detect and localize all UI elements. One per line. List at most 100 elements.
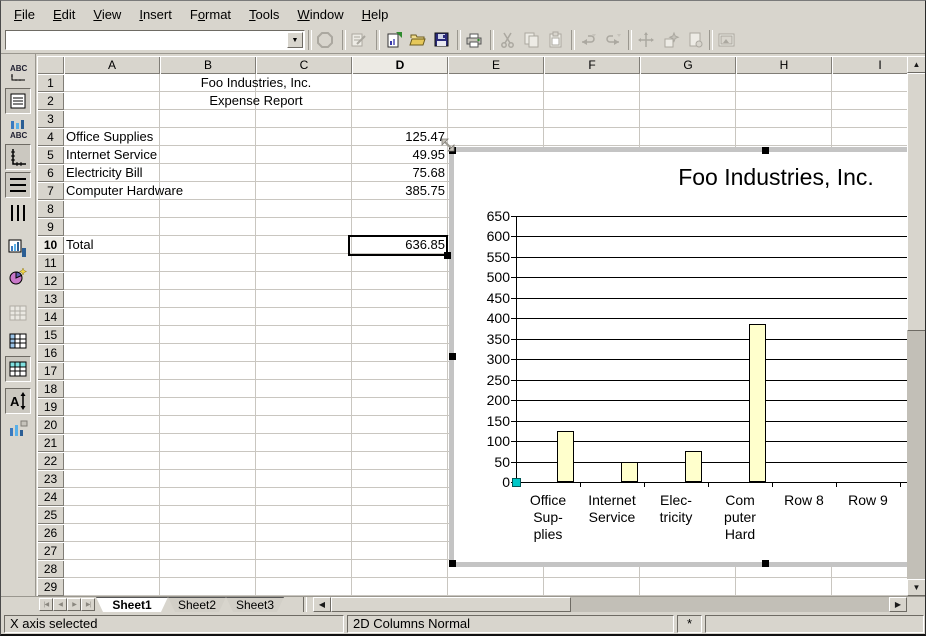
url-input[interactable] (7, 32, 291, 50)
row-header-11[interactable]: 11 (37, 254, 64, 272)
data-in-rows-icon[interactable] (5, 328, 31, 354)
select-all-corner[interactable] (37, 56, 64, 74)
row-header-6[interactable]: 6 (37, 164, 64, 182)
row-header-4[interactable]: 4 (37, 128, 64, 146)
previous-sheet-button[interactable]: ◀ (53, 598, 67, 611)
first-sheet-button[interactable]: |◀ (39, 598, 53, 611)
row-header-15[interactable]: 15 (37, 326, 64, 344)
row-header-2[interactable]: 2 (37, 92, 64, 110)
row-header-7[interactable]: 7 (37, 182, 64, 200)
menu-insert[interactable]: Insert (130, 4, 181, 25)
horizontal-scrollbar[interactable]: ◀ ▶ (313, 597, 907, 612)
row-header-20[interactable]: 20 (37, 416, 64, 434)
data-in-columns-icon[interactable] (5, 356, 31, 382)
cell-A4[interactable]: Office Supplies (66, 128, 326, 146)
column-header-C[interactable]: C (256, 56, 352, 74)
y-axis-label[interactable]: 450 (466, 290, 510, 306)
column-header-G[interactable]: G (640, 56, 736, 74)
y-axis-label[interactable]: 300 (466, 351, 510, 367)
cell-A6[interactable]: Electricity Bill (66, 164, 326, 182)
bar-1[interactable] (557, 431, 574, 482)
x-axis-label[interactable]: tricity (660, 509, 693, 525)
row-header-23[interactable]: 23 (37, 470, 64, 488)
chart-object[interactable]: Foo Industries, Inc. 0501001502002503003… (449, 147, 907, 567)
row-header-26[interactable]: 26 (37, 524, 64, 542)
bar-2[interactable] (621, 462, 638, 482)
chart-selection-handle[interactable] (449, 353, 456, 360)
row-header-18[interactable]: 18 (37, 380, 64, 398)
y-axis-label[interactable]: 200 (466, 392, 510, 408)
bar-3[interactable] (685, 451, 702, 482)
chart-selection-handle[interactable] (762, 560, 769, 567)
sheet-tab-sheet2[interactable]: Sheet2 (168, 597, 226, 612)
axes-titles-icon[interactable]: ABC (5, 116, 31, 142)
sheet-tab-sheet1[interactable]: Sheet1 (96, 597, 168, 612)
row-header-24[interactable]: 24 (37, 488, 64, 506)
row-header-19[interactable]: 19 (37, 398, 64, 416)
chart-selection-handle[interactable] (762, 147, 769, 154)
scroll-up-button[interactable]: ▲ (907, 56, 926, 73)
legend-on-off-icon[interactable] (5, 88, 31, 114)
titles-on-off-icon[interactable]: ABC (5, 60, 31, 86)
row-header-9[interactable]: 9 (37, 218, 64, 236)
x-axis-label[interactable]: plies (534, 526, 563, 542)
menu-format[interactable]: Format (181, 4, 240, 25)
cells-area[interactable]: Foo Industries, Inc. 0501001502002503003… (64, 74, 907, 596)
x-axis-label[interactable]: Row 9 (848, 492, 888, 508)
row-header-27[interactable]: 27 (37, 542, 64, 560)
print-icon[interactable] (462, 29, 486, 51)
chart-title[interactable]: Foo Industries, Inc. (678, 164, 874, 191)
column-header-A[interactable]: A (64, 56, 160, 74)
cell-D4[interactable]: 125.47 (352, 128, 445, 146)
sheet-tab-sheet3[interactable]: Sheet3 (226, 597, 284, 612)
fill-handle[interactable] (444, 252, 451, 259)
x-axis-label[interactable]: Com (725, 492, 755, 508)
row-header-8[interactable]: 8 (37, 200, 64, 218)
row-header-17[interactable]: 17 (37, 362, 64, 380)
scroll-right-button[interactable]: ▶ (889, 597, 907, 612)
row-header-28[interactable]: 28 (37, 560, 64, 578)
row-header-13[interactable]: 13 (37, 290, 64, 308)
y-axis-label[interactable]: 600 (466, 228, 510, 244)
chart-selection-handle[interactable] (449, 560, 456, 567)
y-axis-line[interactable] (516, 216, 517, 482)
scroll-down-button[interactable]: ▼ (907, 579, 926, 596)
cell-title-row2[interactable]: Expense Report (160, 92, 352, 110)
menu-view[interactable]: View (84, 4, 130, 25)
reorganize-chart-icon[interactable] (5, 416, 31, 442)
vertical-scrollbar[interactable]: ▲ ▼ (907, 56, 926, 596)
x-axis-label[interactable]: Internet (588, 492, 635, 508)
tab-scrollbar-splitter[interactable] (303, 597, 307, 612)
scale-text-icon[interactable]: A (5, 388, 31, 414)
row-header-1[interactable]: 1 (37, 74, 64, 92)
horizontal-grid-icon[interactable] (5, 172, 31, 198)
cell-A10[interactable]: Total (66, 236, 326, 254)
row-header-16[interactable]: 16 (37, 344, 64, 362)
y-axis-label[interactable]: 400 (466, 310, 510, 326)
row-header-25[interactable]: 25 (37, 506, 64, 524)
cell-D5[interactable]: 49.95 (352, 146, 445, 164)
x-axis-label[interactable]: Row 8 (784, 492, 824, 508)
open-icon[interactable] (406, 29, 430, 51)
y-axis-label[interactable]: 150 (466, 413, 510, 429)
menu-file[interactable]: File (5, 4, 44, 25)
column-header-E[interactable]: E (448, 56, 544, 74)
row-header-21[interactable]: 21 (37, 434, 64, 452)
autoformat-icon[interactable] (5, 264, 31, 290)
row-header-22[interactable]: 22 (37, 452, 64, 470)
bar-4[interactable] (749, 324, 766, 482)
row-header-5[interactable]: 5 (37, 146, 64, 164)
axes-on-off-icon[interactable] (5, 144, 31, 170)
column-header-D[interactable]: D (352, 56, 448, 74)
cell-D6[interactable]: 75.68 (352, 164, 445, 182)
cell-title-row1[interactable]: Foo Industries, Inc. (160, 74, 352, 92)
vertical-scrollbar-thumb[interactable] (907, 73, 926, 331)
scroll-left-button[interactable]: ◀ (313, 597, 331, 612)
menu-window[interactable]: Window (288, 4, 352, 25)
cell-A5[interactable]: Internet Service (66, 146, 326, 164)
row-header-14[interactable]: 14 (37, 308, 64, 326)
menu-edit[interactable]: Edit (44, 4, 84, 25)
column-header-I[interactable]: I (832, 56, 907, 74)
menu-tools[interactable]: Tools (240, 4, 288, 25)
new-document-icon[interactable] (382, 29, 406, 51)
